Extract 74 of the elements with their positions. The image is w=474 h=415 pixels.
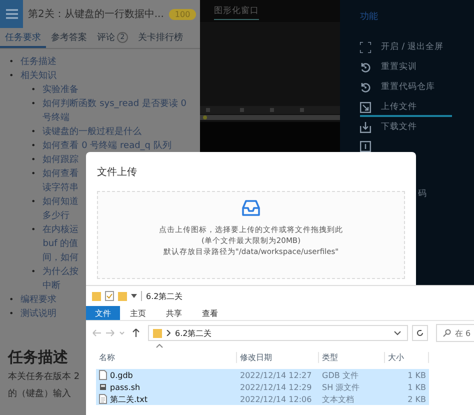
level-title: 第2关：从键盘的一行数据中... (28, 8, 164, 21)
outline-link[interactable]: 测试说明 (20, 307, 57, 321)
outline-link[interactable]: 实验准备 (42, 83, 79, 97)
file-row[interactable]: 第二关.txt 2022/12/14 12:06 文本文档 2 KB (96, 393, 429, 405)
search-field[interactable]: 在 6 (436, 324, 474, 342)
outline-link[interactable]: 为什么按 (42, 265, 79, 279)
bullet-mark: • (31, 126, 36, 138)
file-row[interactable]: 0.gdb 2022/12/14 12:27 GDB 文件 1 KB (96, 369, 429, 381)
table-cell-text: GDB 文件 (321, 370, 360, 380)
bullet-mark: • (9, 70, 14, 82)
outline-link[interactable]: 如何查看 (42, 167, 79, 181)
outline-link[interactable]: 中断 (42, 279, 61, 293)
table-cell-text: 文本文档 (321, 394, 355, 404)
table-cell-text: 2022/12/14 12:27 (239, 370, 313, 380)
file-name: 0.gdb (110, 370, 133, 380)
column-header[interactable]: 修改日期 (237, 352, 319, 363)
menu-item[interactable]: 重置实训 (360, 59, 452, 77)
menu-title: 功能 (360, 10, 378, 23)
ribbon-tab[interactable]: 文件 (86, 306, 120, 320)
table-cell-text: 2 KB (406, 394, 427, 404)
outline-link[interactable]: 如何知道 (42, 195, 79, 209)
address-bar[interactable]: 6.2第二关 (148, 325, 408, 341)
table-cell-text: 1 KB (406, 370, 427, 380)
bullet-mark: • (9, 308, 14, 320)
outline-link[interactable]: buf 的值 (42, 237, 78, 251)
menu-text: 码 (418, 188, 427, 200)
window-title: 6.2第二关 (146, 290, 183, 302)
menu-item[interactable]: 下载文件 (360, 119, 452, 137)
bullet-mark: • (31, 266, 36, 278)
outline-link[interactable]: 读字符串 (42, 181, 79, 195)
outline-link[interactable]: 如何查看 0 号终端 read_q 队列 (42, 139, 172, 153)
outline-link[interactable]: 读键盘的一般过程是什么 (42, 125, 142, 139)
column-header[interactable]: 类型 (319, 352, 385, 363)
paragraph-line: 本关任务在版本 2 (8, 370, 80, 384)
bullet-mark: • (31, 196, 36, 208)
bullet-mark: • (9, 56, 14, 68)
tab[interactable]: 关卡排行榜 (133, 28, 188, 48)
bullet-mark: • (31, 84, 36, 96)
dialog-title: 文件上传 (97, 166, 137, 179)
address-path: 6.2第二关 (175, 328, 212, 338)
tab[interactable]: 任务要求 (0, 28, 46, 48)
bullet-mark: • (31, 154, 36, 166)
column-header[interactable]: 大小 (385, 352, 429, 363)
bullet-mark: • (31, 98, 36, 110)
paragraph-line: 的（键盘）输入 (8, 388, 71, 401)
outline-link[interactable]: 编程要求 (20, 293, 57, 307)
ribbon-tab[interactable]: 查看 (192, 306, 228, 320)
file-name: pass.sh (110, 382, 140, 392)
outline-link[interactable]: 间，如何 (42, 251, 79, 265)
outline-link[interactable]: 号终端 (42, 111, 70, 125)
outline-link[interactable]: 如何判断函数 sys_read 是否要读 0 (42, 97, 186, 111)
outline-link[interactable]: 如何跟踪 (42, 153, 79, 167)
outline-link[interactable]: 多少行 (42, 209, 70, 223)
table-cell-text: 2022/12/14 12:06 (239, 394, 313, 404)
outline-link[interactable]: 在内核运 (42, 223, 79, 237)
file-row[interactable]: pass.sh 2022/12/14 12:29 SH 源文件 1 KB (96, 381, 429, 393)
menu-item[interactable]: 开启 / 退出全屏 (360, 39, 452, 57)
table-cell-text: SH 源文件 (321, 382, 361, 392)
ribbon-tab[interactable]: 共享 (156, 306, 192, 320)
column-header[interactable]: 名称 (96, 352, 237, 363)
bullet-mark: • (31, 168, 36, 180)
table-cell-text: 2022/12/14 12:29 (239, 382, 313, 392)
ribbon-tab[interactable]: 主页 (120, 306, 156, 320)
table-cell-text: 1 KB (406, 382, 427, 392)
tab[interactable]: 参考答案 (46, 28, 92, 48)
bullet-mark: • (31, 140, 36, 152)
menu-item[interactable]: 重置代码仓库 (360, 79, 452, 97)
outline-link[interactable]: 任务描述 (20, 55, 57, 69)
bullet-mark: • (9, 294, 14, 306)
section-heading: 任务描述 (8, 347, 68, 367)
menu-item[interactable]: 上传文件 (360, 99, 452, 117)
outline-link[interactable]: 相关知识 (20, 69, 57, 83)
bullet-mark: • (31, 224, 36, 236)
file-name: 第二关.txt (110, 394, 148, 404)
